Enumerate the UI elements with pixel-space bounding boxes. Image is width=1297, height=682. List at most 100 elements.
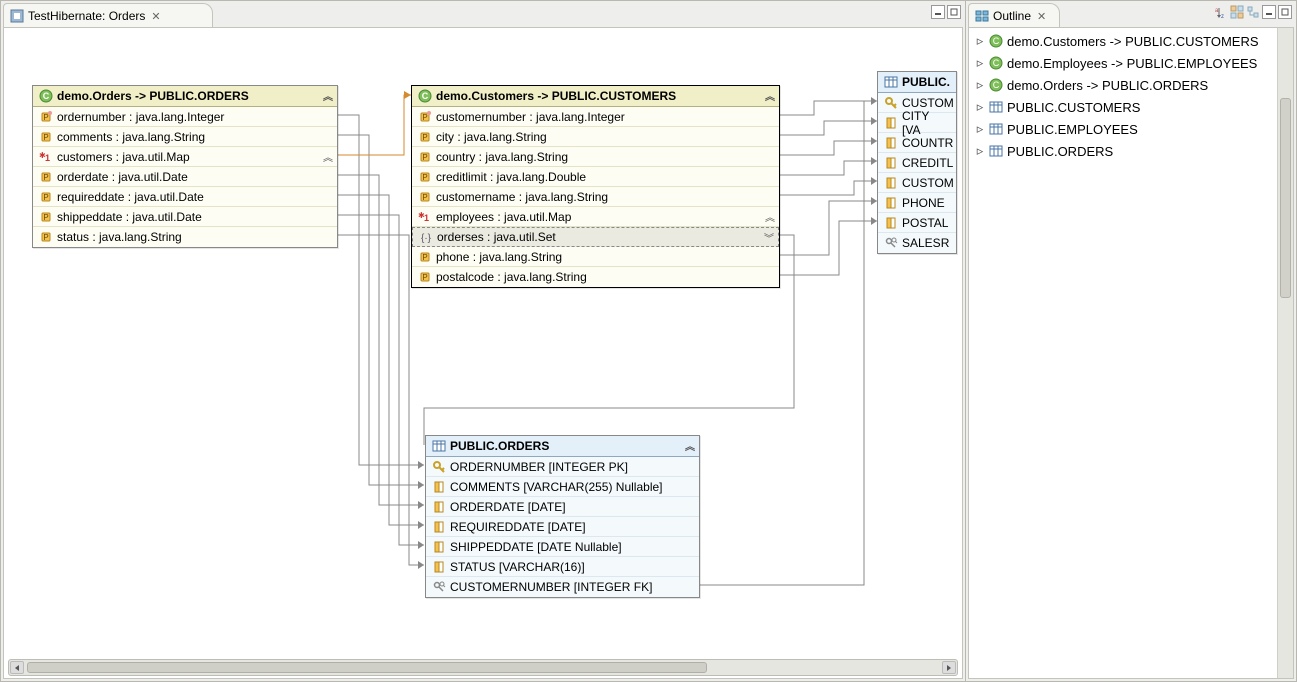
entity-row[interactable]: PHONE bbox=[878, 193, 956, 213]
chevron-up-icon[interactable]: ︽ bbox=[685, 438, 695, 453]
outline-panel: Outline ✕ az bbox=[966, 0, 1297, 682]
chevron-up-icon[interactable]: ︽ bbox=[765, 209, 775, 224]
entity-public-orders[interactable]: PUBLIC.ORDERS ︽ ORDERNUMBER [INTEGER PK]… bbox=[425, 435, 700, 598]
entity-row[interactable]: ✱1customers : java.util.Map︽ bbox=[33, 147, 337, 167]
svg-text:P: P bbox=[43, 193, 48, 202]
editor-tab-orders[interactable]: TestHibernate: Orders ✕ bbox=[3, 3, 213, 27]
entity-row[interactable]: Pphone : java.lang.String bbox=[412, 247, 779, 267]
outline-item[interactable]: ▹PUBLIC.ORDERS bbox=[969, 140, 1293, 162]
outline-tab[interactable]: Outline ✕ bbox=[968, 3, 1060, 27]
scrollbar-thumb[interactable] bbox=[27, 662, 707, 673]
entity-row[interactable]: Pcustomernumber : java.lang.Integer bbox=[412, 107, 779, 127]
tree-expand-icon[interactable]: ▹ bbox=[975, 99, 985, 115]
entity-row-label: shippeddate : java.util.Date bbox=[57, 210, 202, 224]
entity-row[interactable]: REQUIREDDATE [DATE] bbox=[426, 517, 699, 537]
entity-row-label: customername : java.lang.String bbox=[436, 190, 608, 204]
close-icon[interactable]: ✕ bbox=[1035, 10, 1048, 23]
entity-row[interactable]: Pcomments : java.lang.String bbox=[33, 127, 337, 147]
close-icon[interactable]: ✕ bbox=[149, 10, 162, 23]
entity-row[interactable]: ORDERDATE [DATE] bbox=[426, 497, 699, 517]
tree-expand-icon[interactable]: ▹ bbox=[975, 55, 985, 71]
entity-row[interactable]: SALESR bbox=[878, 233, 956, 253]
entity-row[interactable]: STATUS [VARCHAR(16)] bbox=[426, 557, 699, 577]
entity-title[interactable]: PUBLIC. bbox=[878, 72, 956, 93]
entity-row[interactable]: Pcountry : java.lang.String bbox=[412, 147, 779, 167]
chevron-up-icon[interactable]: ︽ bbox=[323, 88, 333, 103]
entity-rows: Pcustomernumber : java.lang.IntegerPcity… bbox=[412, 107, 779, 287]
maximize-button[interactable] bbox=[947, 5, 961, 19]
diagram-canvas[interactable]: C demo.Orders -> PUBLIC.ORDERS ︽ Pordern… bbox=[3, 27, 963, 679]
entity-rows: Pordernumber : java.lang.IntegerPcomment… bbox=[33, 107, 337, 247]
table-icon bbox=[884, 75, 898, 89]
sort-az-button[interactable]: az bbox=[1214, 5, 1228, 19]
entity-demo-customers[interactable]: C demo.Customers -> PUBLIC.CUSTOMERS ︽ P… bbox=[411, 85, 780, 288]
outline-item-label: demo.Customers -> PUBLIC.CUSTOMERS bbox=[1007, 34, 1259, 49]
entity-row[interactable]: {·}orderses : java.util.Set︾ bbox=[412, 227, 779, 247]
entity-row[interactable]: Porderdate : java.util.Date bbox=[33, 167, 337, 187]
entity-row[interactable]: Pordernumber : java.lang.Integer bbox=[33, 107, 337, 127]
svg-text:P: P bbox=[422, 133, 427, 142]
table-icon bbox=[989, 144, 1003, 158]
entity-row[interactable]: SHIPPEDDATE [DATE Nullable] bbox=[426, 537, 699, 557]
entity-row[interactable]: Pstatus : java.lang.String bbox=[33, 227, 337, 247]
entity-title[interactable]: C demo.Customers -> PUBLIC.CUSTOMERS ︽ bbox=[412, 86, 779, 107]
entity-row[interactable]: Pcreditlimit : java.lang.Double bbox=[412, 167, 779, 187]
entity-public-customers[interactable]: PUBLIC. CUSTOMCITY [VACOUNTRCREDITLCUSTO… bbox=[877, 71, 957, 254]
entity-row[interactable]: ORDERNUMBER [INTEGER PK] bbox=[426, 457, 699, 477]
tree-expand-icon[interactable]: ▹ bbox=[975, 33, 985, 49]
entity-row[interactable]: Pcity : java.lang.String bbox=[412, 127, 779, 147]
entity-row[interactable]: COMMENTS [VARCHAR(255) Nullable] bbox=[426, 477, 699, 497]
entity-row[interactable]: COUNTR bbox=[878, 133, 956, 153]
outline-item[interactable]: ▹Cdemo.Employees -> PUBLIC.EMPLOYEES bbox=[969, 52, 1293, 74]
entity-row[interactable]: CREDITL bbox=[878, 153, 956, 173]
minimize-button[interactable] bbox=[931, 5, 945, 19]
chevron-down-icon[interactable]: ︾ bbox=[764, 230, 774, 245]
entity-row[interactable]: CUSTOM bbox=[878, 173, 956, 193]
outline-item[interactable]: ▹ Cdemo.Customers -> PUBLIC.CUSTOMERS bbox=[969, 30, 1293, 52]
entity-row[interactable]: Ppostalcode : java.lang.String bbox=[412, 267, 779, 287]
outline-item[interactable]: ▹Cdemo.Orders -> PUBLIC.ORDERS bbox=[969, 74, 1293, 96]
tree-expand-icon[interactable]: ▹ bbox=[975, 143, 985, 159]
outline-tree[interactable]: ▹ Cdemo.Customers -> PUBLIC.CUSTOMERS ▹Cde… bbox=[968, 27, 1294, 679]
outline-tab-strip: Outline ✕ az bbox=[966, 1, 1296, 27]
svg-text:C: C bbox=[993, 36, 1000, 46]
vertical-scrollbar[interactable] bbox=[1277, 28, 1293, 678]
chevron-up-icon[interactable]: ︽ bbox=[765, 88, 775, 103]
class-icon: C bbox=[418, 89, 432, 103]
maximize-button[interactable] bbox=[1278, 5, 1292, 19]
entity-title-text: demo.Customers -> PUBLIC.CUSTOMERS bbox=[436, 89, 676, 103]
editor-tab-title: TestHibernate: Orders bbox=[28, 9, 145, 23]
svg-text:P: P bbox=[43, 113, 48, 122]
prop-icon: P bbox=[39, 170, 53, 184]
entity-row[interactable]: POSTAL bbox=[878, 213, 956, 233]
tree-view-button[interactable] bbox=[1246, 5, 1260, 19]
outline-item[interactable]: ▹PUBLIC.CUSTOMERS bbox=[969, 96, 1293, 118]
scrollbar-thumb[interactable] bbox=[1280, 98, 1291, 298]
svg-text:1: 1 bbox=[45, 153, 50, 163]
entity-demo-orders[interactable]: C demo.Orders -> PUBLIC.ORDERS ︽ Pordern… bbox=[32, 85, 338, 248]
entity-title[interactable]: C demo.Orders -> PUBLIC.ORDERS ︽ bbox=[33, 86, 337, 107]
entity-row[interactable]: Pcustomername : java.lang.String bbox=[412, 187, 779, 207]
entity-row[interactable]: CITY [VA bbox=[878, 113, 956, 133]
table-icon bbox=[989, 100, 1003, 114]
expand-button[interactable] bbox=[1230, 5, 1244, 19]
col-icon bbox=[432, 540, 446, 554]
chevron-up-icon[interactable]: ︽ bbox=[323, 149, 333, 164]
svg-text:P: P bbox=[422, 153, 427, 162]
outline-item[interactable]: ▹PUBLIC.EMPLOYEES bbox=[969, 118, 1293, 140]
tree-expand-icon[interactable]: ▹ bbox=[975, 77, 985, 93]
scroll-right-button[interactable] bbox=[942, 661, 956, 674]
entity-row[interactable]: Pshippeddate : java.util.Date bbox=[33, 207, 337, 227]
tree-expand-icon[interactable]: ▹ bbox=[975, 121, 985, 137]
svg-text:{·}: {·} bbox=[421, 233, 432, 244]
horizontal-scrollbar[interactable] bbox=[8, 659, 958, 676]
scroll-left-button[interactable] bbox=[10, 661, 24, 674]
entity-row-label: customers : java.util.Map bbox=[57, 150, 190, 164]
entity-title[interactable]: PUBLIC.ORDERS ︽ bbox=[426, 436, 699, 457]
set-icon: {·} bbox=[419, 230, 433, 244]
entity-row[interactable]: ✱1employees : java.util.Map︽ bbox=[412, 207, 779, 227]
entity-row[interactable]: Prequireddate : java.util.Date bbox=[33, 187, 337, 207]
entity-row[interactable]: CUSTOMERNUMBER [INTEGER FK] bbox=[426, 577, 699, 597]
prop-icon: P bbox=[418, 150, 432, 164]
minimize-button[interactable] bbox=[1262, 5, 1276, 19]
